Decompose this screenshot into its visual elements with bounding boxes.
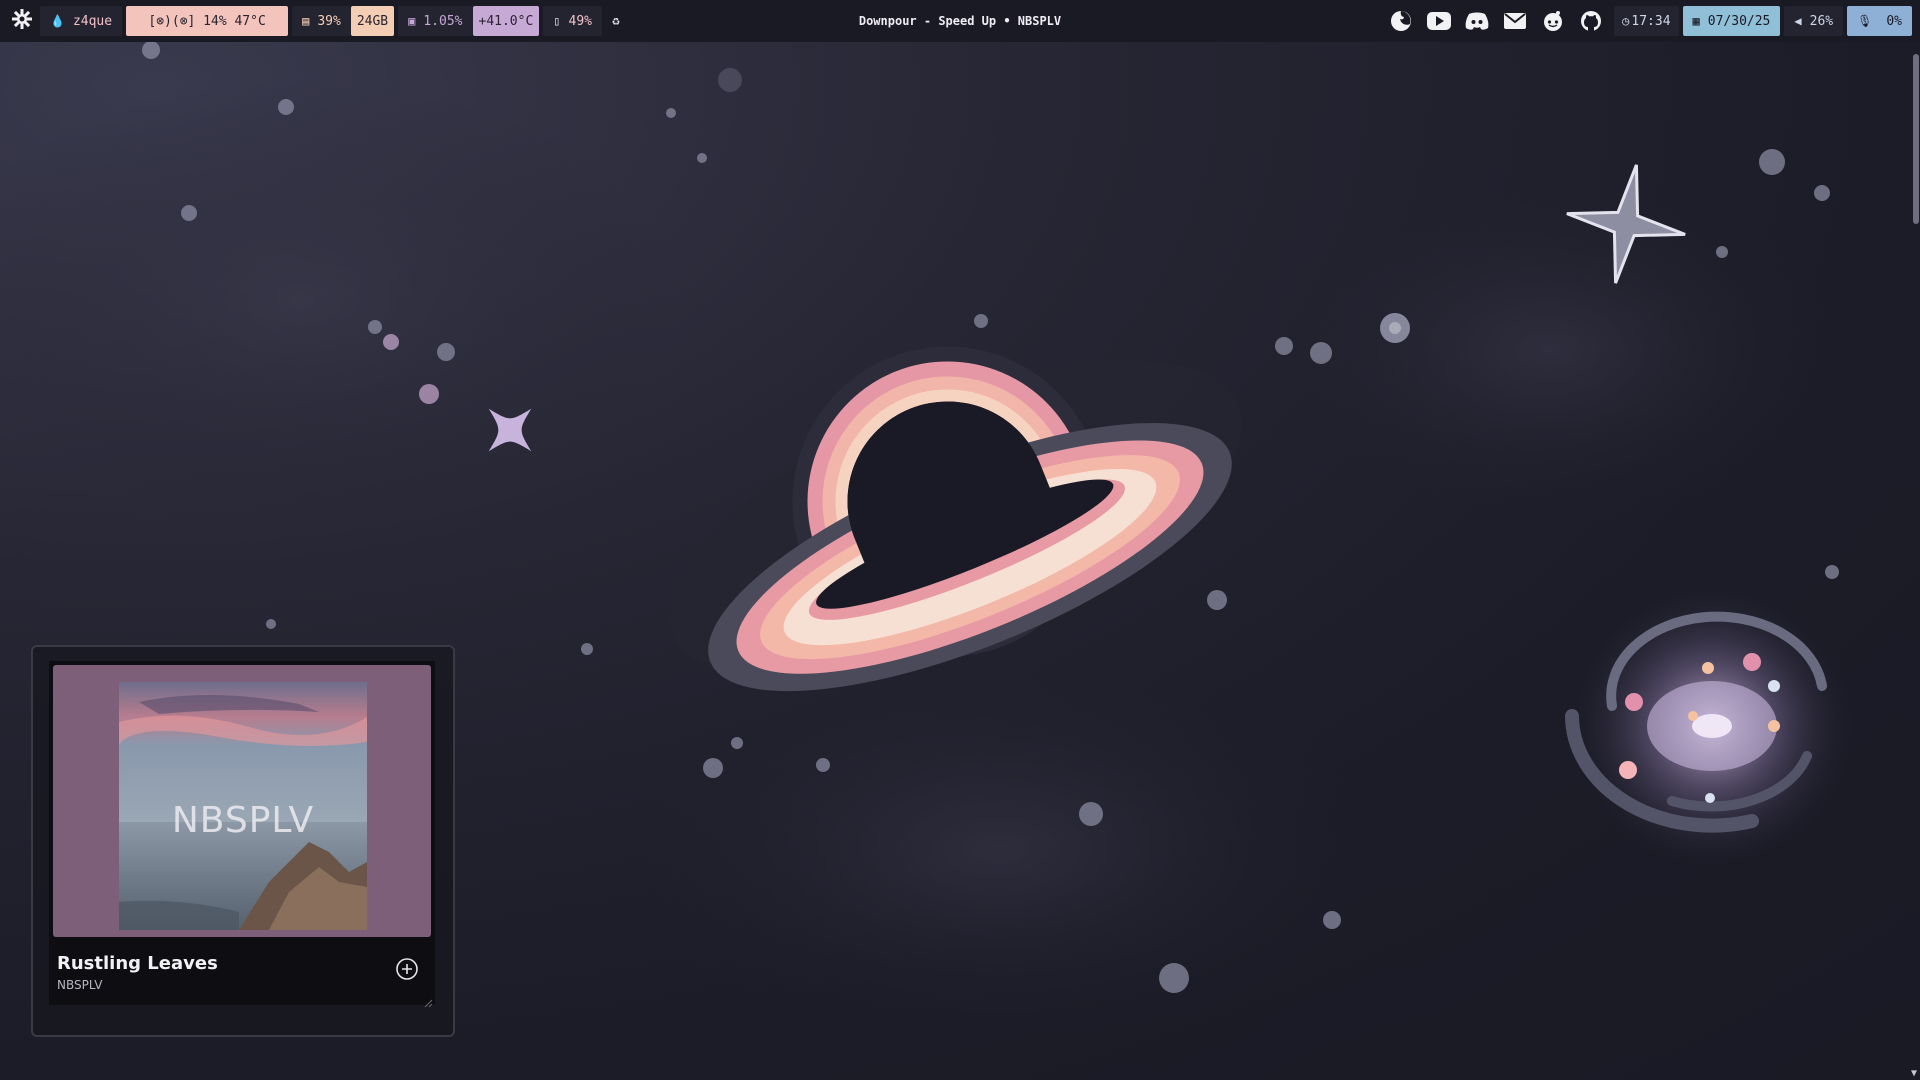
album-cover-text: NBSPLV — [171, 800, 315, 841]
clock-icon: ◷ — [1622, 14, 1630, 28]
disk-percent: 49% — [568, 13, 593, 29]
memory-module[interactable]: ▤ 39% — [292, 6, 351, 36]
date-value: 07/30/25 — [1707, 13, 1771, 29]
speaker-icon: ◀ — [1794, 14, 1802, 28]
scroll-down-arrow-icon[interactable]: ▼ — [1908, 1068, 1920, 1080]
github-icon[interactable] — [1576, 6, 1606, 36]
plus-circle-icon — [396, 958, 418, 980]
gear-icon — [12, 9, 32, 33]
cpu-temp: +41.0°C — [478, 13, 534, 29]
disk-module[interactable]: ▯ 49% — [543, 6, 603, 36]
volume-module[interactable]: ◀ 26% — [1784, 6, 1844, 36]
cpu-temp-module[interactable]: +41.0°C — [472, 6, 540, 36]
memory-percent: 39% — [317, 13, 341, 29]
calendar-icon: ▦ — [1692, 14, 1700, 28]
music-card[interactable]: NBSPLV Rustling Leaves NBSPLV — [49, 661, 435, 1008]
bar-left-modules: 💧 z4que [⊗)(⊗] 14% 47°C ▤ 39% 24GB ▣ 1.0… — [8, 6, 630, 36]
recycle-button[interactable]: ♻ — [606, 6, 626, 36]
cpu-module[interactable]: ▣ 1.05% — [398, 6, 473, 36]
song-artist: NBSPLV — [57, 978, 103, 992]
clock-module[interactable]: ◷ 17:34 — [1614, 6, 1679, 36]
gpu-module[interactable]: [⊗)(⊗] 14% 47°C — [126, 6, 289, 36]
mic-module[interactable]: 🎙 0% — [1847, 6, 1912, 36]
launcher-button[interactable] — [8, 6, 36, 36]
reddit-icon[interactable] — [1538, 6, 1568, 36]
mic-percent: 0% — [1886, 13, 1902, 29]
galaxy — [1565, 586, 1852, 866]
workspace-module[interactable]: 💧 z4que — [40, 6, 123, 36]
drop-icon: 💧 — [50, 14, 65, 28]
mail-icon[interactable] — [1500, 6, 1530, 36]
now-playing-title[interactable]: Downpour - Speed Up • NBSPLV — [859, 14, 1061, 28]
song-title: Rustling Leaves — [57, 953, 218, 974]
clock-time: 17:34 — [1631, 13, 1671, 29]
music-widget: NBSPLV Rustling Leaves NBSPLV — [31, 645, 455, 1037]
scroll-thumb[interactable] — [1913, 54, 1919, 224]
memory-size: 24GB — [356, 13, 389, 29]
microphone-icon: 🎙 — [1857, 14, 1873, 28]
disk-icon: ▯ — [553, 14, 561, 28]
recycle-icon: ♻ — [612, 13, 620, 29]
youtube-icon[interactable] — [1424, 6, 1454, 36]
cpu-icon: ▣ — [408, 14, 416, 28]
memory-size-module[interactable]: 24GB — [350, 6, 395, 36]
top-bar: 💧 z4que [⊗)(⊗] 14% 47°C ▤ 39% 24GB ▣ 1.0… — [0, 0, 1920, 42]
cover-background: NBSPLV — [53, 665, 431, 937]
discord-icon[interactable] — [1462, 6, 1492, 36]
date-module[interactable]: ▦ 07/30/25 — [1682, 6, 1781, 36]
cpu-load: 1.05% — [423, 13, 463, 29]
desktop: 💧 z4que [⊗)(⊗] 14% 47°C ▤ 39% 24GB ▣ 1.0… — [0, 0, 1920, 1080]
bar-right-modules: ◷ 17:34 ▦ 07/30/25 ◀ 26% 🎙 0% — [1386, 6, 1912, 36]
workspace-label: z4que — [72, 13, 113, 29]
gpu-label: [⊗)(⊗] 14% 47°C — [148, 13, 266, 29]
add-to-library-button[interactable] — [395, 957, 419, 981]
scrollbar[interactable]: ▼ — [1911, 42, 1920, 1080]
album-cover: NBSPLV — [119, 682, 367, 930]
firefox-icon[interactable] — [1386, 6, 1416, 36]
memory-icon: ▤ — [302, 14, 310, 28]
resize-handle-icon[interactable] — [423, 993, 433, 1008]
volume-percent: 26% — [1809, 13, 1834, 29]
